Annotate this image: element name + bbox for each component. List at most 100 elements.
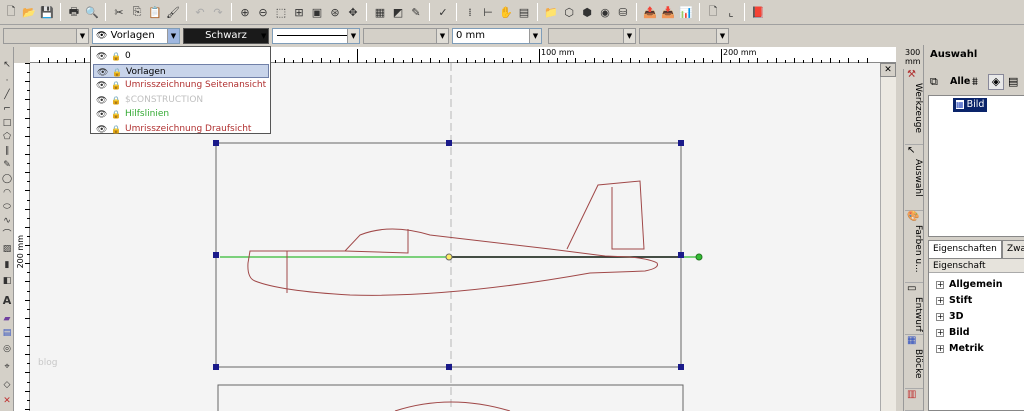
save-icon[interactable]: 💾 bbox=[39, 4, 55, 20]
layer-item[interactable]: 👁 🔒 Hilfslinien bbox=[93, 107, 269, 121]
chart-icon[interactable]: 📊 bbox=[678, 4, 694, 20]
fill-icon[interactable]: ▮ bbox=[1, 259, 13, 271]
lock-icon[interactable]: 🔒 bbox=[111, 79, 121, 93]
eye-icon[interactable]: 👁 bbox=[96, 50, 107, 64]
tab-auswahl[interactable]: ↖ Auswahl bbox=[905, 145, 923, 211]
eye-icon[interactable]: 👁 bbox=[96, 79, 107, 93]
tab-zwa[interactable]: Zwa bbox=[1002, 240, 1024, 258]
property-group[interactable]: + Bild bbox=[929, 325, 1024, 341]
linestyle-combo[interactable]: ▼ bbox=[363, 28, 449, 44]
color-select[interactable]: Schwarz bbox=[183, 28, 269, 44]
expand-icon[interactable]: + bbox=[936, 329, 944, 337]
zoom-out-icon[interactable]: ⊖ bbox=[255, 4, 271, 20]
layer-item[interactable]: 👁 🔒 Umrisszeichnung Draufsicht bbox=[93, 122, 269, 136]
format-painter-icon[interactable]: 🖌 bbox=[165, 4, 181, 20]
property-group[interactable]: +3D bbox=[929, 309, 1024, 325]
polygon-icon[interactable]: ⬠ bbox=[1, 131, 13, 143]
snap-icon[interactable]: ✋ bbox=[498, 4, 514, 20]
zoom-extents-icon[interactable]: ⊞ bbox=[291, 4, 307, 20]
expand-icon[interactable]: + bbox=[936, 313, 944, 321]
pan-icon[interactable]: ✥ bbox=[345, 4, 361, 20]
point-icon[interactable]: · bbox=[1, 75, 13, 87]
export-icon[interactable]: 📤 bbox=[642, 4, 658, 20]
image-icon[interactable]: ▤ bbox=[1, 327, 13, 339]
gradient-icon[interactable]: ◧ bbox=[1, 275, 13, 287]
select-all-button[interactable]: Alle bbox=[950, 76, 970, 87]
parallel-icon[interactable]: ∥ bbox=[1, 145, 13, 157]
database-icon[interactable]: ⛁ bbox=[615, 4, 631, 20]
expand-icon[interactable]: + bbox=[936, 281, 944, 289]
ortho-icon[interactable]: ⊢ bbox=[480, 4, 496, 20]
close-icon[interactable]: ✕ bbox=[880, 63, 896, 77]
layer-item[interactable]: 👁 🔒 $CONSTRUCTION bbox=[93, 93, 269, 107]
eye-icon[interactable]: 👁 bbox=[96, 123, 107, 137]
view-icon[interactable]: ◉ bbox=[597, 4, 613, 20]
tab-more[interactable]: ▥ bbox=[905, 389, 923, 411]
new-file-icon[interactable]: 🗋 bbox=[3, 4, 19, 20]
spellcheck-icon[interactable]: ✓ bbox=[435, 4, 451, 20]
filter-icon[interactable]: ⩩ bbox=[972, 75, 978, 89]
spline-icon[interactable]: ∿ bbox=[1, 215, 13, 227]
zoom-previous-icon[interactable]: ⊛ bbox=[327, 4, 343, 20]
corner-icon[interactable]: ⌞ bbox=[723, 4, 739, 20]
tab-entwurf[interactable]: ▭ Entwurf bbox=[905, 283, 923, 335]
hatch-icon[interactable]: ▨ bbox=[1, 243, 13, 255]
delete-icon[interactable]: ✕ bbox=[1, 395, 13, 407]
layer-icon[interactable]: ◩ bbox=[390, 4, 406, 20]
measure-icon[interactable]: ⌖ bbox=[1, 361, 13, 373]
page-icon[interactable]: 🗋 bbox=[705, 4, 721, 20]
property-group[interactable]: + Allgemein bbox=[929, 277, 1024, 293]
paste-icon[interactable]: 📋 bbox=[147, 4, 163, 20]
tab-farben[interactable]: 🎨 Farben u... bbox=[905, 211, 923, 283]
layer-item[interactable]: 👁 🔒 Vorlagen bbox=[93, 63, 269, 78]
symbol-icon[interactable]: ▰ bbox=[1, 313, 13, 325]
expand-icon[interactable]: + bbox=[936, 345, 944, 353]
cut-icon[interactable]: ✂ bbox=[111, 4, 127, 20]
edit-icon[interactable]: ✎ bbox=[1, 159, 13, 171]
lock-icon[interactable]: 🔒 bbox=[111, 94, 121, 108]
select-tool-icon[interactable]: ⧉ bbox=[930, 75, 938, 89]
eye-icon[interactable]: 👁 bbox=[96, 108, 107, 122]
circle-icon[interactable]: ◯ bbox=[1, 173, 13, 185]
grid-icon[interactable]: ⁞ bbox=[462, 4, 478, 20]
3d-box-icon[interactable]: ⬡ bbox=[561, 4, 577, 20]
lock-icon[interactable]: 🔒 bbox=[111, 108, 121, 122]
eye-icon[interactable]: 👁 bbox=[96, 94, 107, 108]
empty-combo-3[interactable]: ▼ bbox=[639, 28, 729, 44]
property-group[interactable]: + Metrik bbox=[929, 341, 1024, 357]
zoom-window-icon[interactable]: ⬚ bbox=[273, 4, 289, 20]
select-arrow-icon[interactable]: ↖ bbox=[1, 59, 13, 71]
layer-item[interactable]: 👁 🔒 Umrisszeichnung Seitenansicht bbox=[93, 78, 269, 92]
layer-item[interactable]: 👁 🔒 0 bbox=[93, 49, 269, 63]
copy-icon[interactable]: ⎘ bbox=[129, 4, 145, 20]
dimension-icon[interactable]: ◎ bbox=[1, 343, 13, 355]
tree-view-icon[interactable]: ▤ bbox=[1008, 75, 1018, 88]
rectangle-icon[interactable]: □ bbox=[1, 117, 13, 129]
vertex-icon[interactable]: ◇ bbox=[1, 379, 13, 391]
property-group[interactable]: + Stift bbox=[929, 293, 1024, 309]
ellipse-icon[interactable]: ⬭ bbox=[1, 201, 13, 213]
expand-icon[interactable]: + bbox=[936, 297, 944, 305]
import-icon[interactable]: 📥 bbox=[660, 4, 676, 20]
linetype-select[interactable]: ▼ bbox=[272, 28, 360, 44]
polyline-icon[interactable]: ⌐ bbox=[1, 103, 13, 115]
vertical-scrollbar[interactable] bbox=[880, 63, 896, 411]
zoom-in-icon[interactable]: ⊕ bbox=[237, 4, 253, 20]
curve-icon[interactable]: ⌒ bbox=[1, 229, 13, 241]
arc-icon[interactable]: ◠ bbox=[1, 187, 13, 199]
zoom-page-icon[interactable]: ▣ bbox=[309, 4, 325, 20]
chevron-down-icon[interactable]: ▼ bbox=[261, 32, 266, 40]
layer-view-icon[interactable]: ◈ bbox=[988, 74, 1004, 90]
tab-werkzeuge[interactable]: ⚒ Werkzeuge bbox=[905, 69, 923, 145]
redo-icon[interactable]: ↷ bbox=[210, 4, 226, 20]
properties-icon[interactable]: ▤ bbox=[516, 4, 532, 20]
undo-icon[interactable]: ↶ bbox=[192, 4, 208, 20]
tab-eigenschaften[interactable]: Eigenschaften bbox=[928, 240, 1002, 258]
text-icon[interactable]: A bbox=[1, 295, 13, 307]
print-preview-icon[interactable]: 🔍 bbox=[84, 4, 100, 20]
render-icon[interactable]: ⬢ bbox=[579, 4, 595, 20]
lock-icon[interactable]: 🔒 bbox=[111, 50, 121, 64]
empty-combo[interactable]: ▼ bbox=[3, 28, 89, 44]
layer-select[interactable]: 👁 Vorlagen ▼ bbox=[92, 28, 180, 44]
empty-combo-2[interactable]: ▼ bbox=[548, 28, 636, 44]
